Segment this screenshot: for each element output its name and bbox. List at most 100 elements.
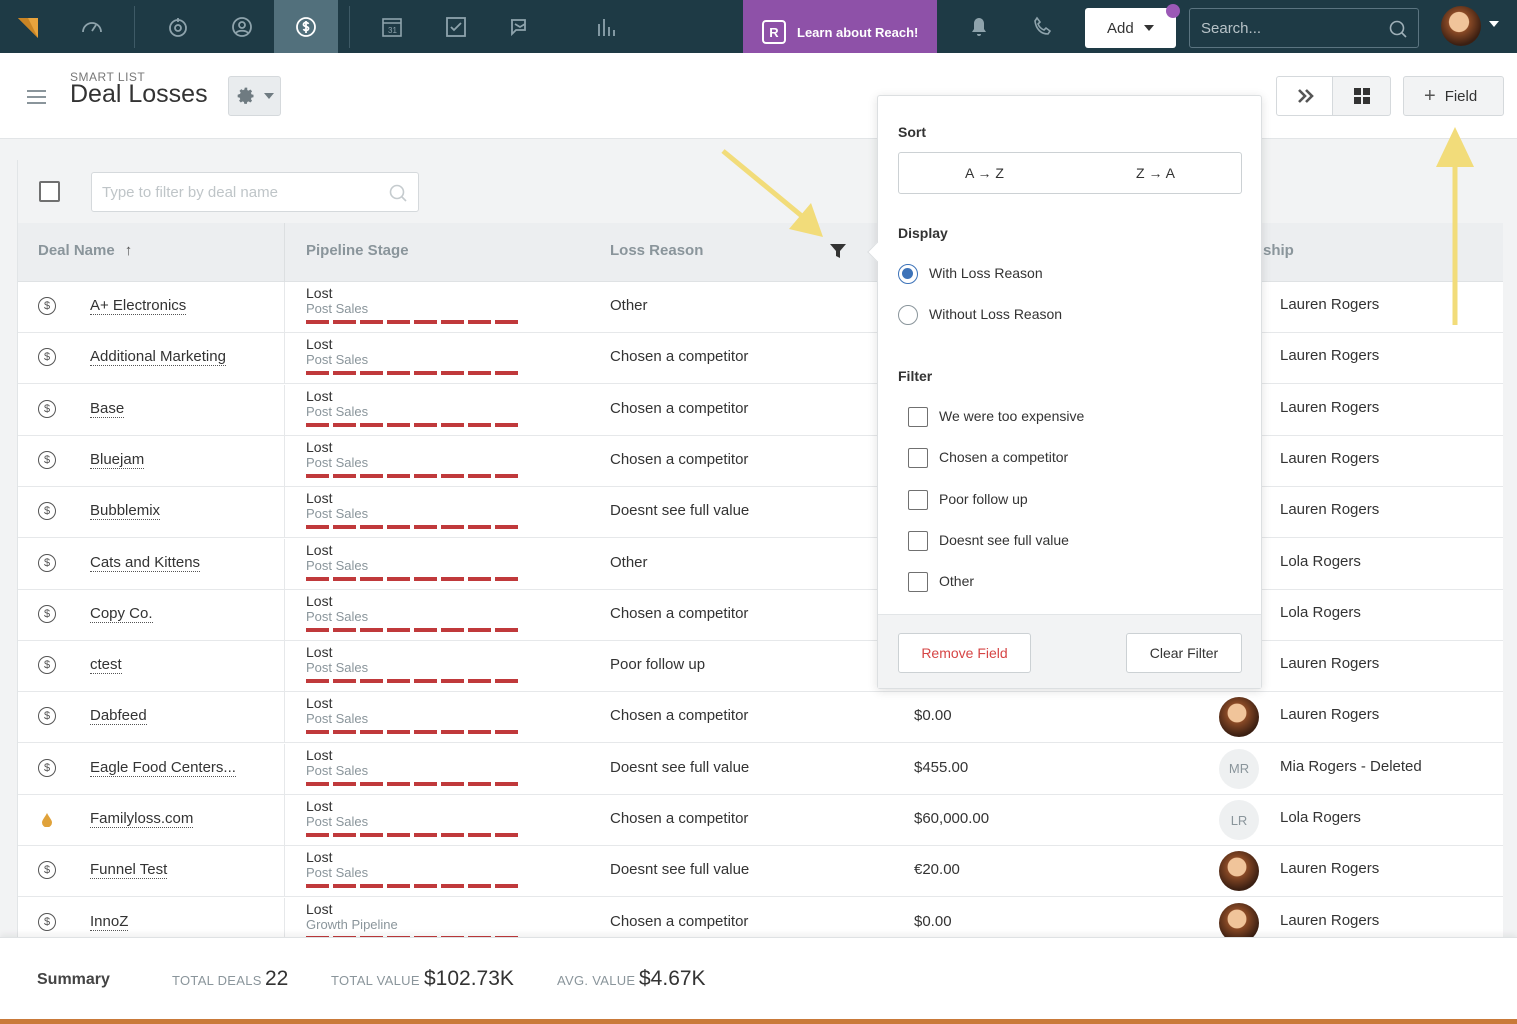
stage-progress-bar: [306, 371, 518, 376]
stage-status: Lost: [306, 900, 333, 917]
table-row[interactable]: $ InnoZ Lost Growth Pipeline Chosen a compet…: [18, 897, 1503, 937]
select-all-checkbox[interactable]: [39, 181, 60, 202]
table-row[interactable]: $ Additional Marketing Lost Post Sales Chose…: [18, 333, 1503, 385]
display-without-loss-reason-label: Without Loss Reason: [929, 306, 1063, 322]
deal-name-link[interactable]: Funnel Test: [90, 861, 168, 880]
table-row[interactable]: $ Base Lost Post Sales Chosen a competitor La…: [18, 384, 1503, 436]
filter-checkbox[interactable]: [908, 448, 928, 468]
loss-reason: Chosen a competitor: [610, 912, 749, 930]
column-header-deal-name[interactable]: Deal Name ↑: [38, 242, 132, 259]
owner-avatar: [1219, 902, 1259, 937]
table-row[interactable]: $ Bluejam Lost Post Sales Chosen a competito…: [18, 435, 1503, 487]
deals-icon[interactable]: [291, 12, 321, 42]
tasks-icon[interactable]: [441, 12, 471, 42]
sort-a-z-button[interactable]: A → Z: [899, 153, 1070, 193]
calendar-icon[interactable]: 31: [377, 12, 407, 42]
stage-progress-bar: [306, 576, 518, 581]
deal-name-link[interactable]: Familyloss.com: [90, 810, 194, 828]
reports-icon[interactable]: [591, 12, 621, 42]
display-with-loss-reason-radio[interactable]: [898, 264, 918, 284]
display-without-loss-reason-radio[interactable]: [898, 305, 918, 325]
column-header-pipeline-stage[interactable]: Pipeline Stage: [306, 242, 409, 259]
dollar-icon: $: [38, 758, 56, 777]
dollar-icon: $: [38, 656, 56, 675]
dollar-icon: $: [38, 502, 56, 521]
search-icon: [389, 184, 407, 202]
table-row[interactable]: $ A+ Electronics Lost Post Sales Other Lauren…: [18, 282, 1503, 333]
table-row[interactable]: $ ctest Lost Post Sales Poor follow up Lauren…: [18, 641, 1503, 693]
deal-name-link[interactable]: InnoZ: [90, 913, 129, 931]
deal-value: €20.00: [914, 861, 960, 879]
owner-name: Lauren Rogers: [1280, 655, 1380, 673]
table-row[interactable]: $ Copy Co. Lost Post Sales Chosen a competit…: [18, 589, 1503, 641]
dollar-icon: $: [38, 399, 56, 418]
grid-view-button[interactable]: [1333, 76, 1391, 116]
sort-z-a-button[interactable]: Z → A: [1070, 153, 1241, 193]
deal-name-filter-input[interactable]: Type to filter by deal name: [91, 172, 419, 212]
stage-progress-bar: [306, 833, 518, 837]
sort-heading: Sort: [898, 124, 926, 140]
owner-avatar: [1219, 697, 1259, 738]
pipeline-name: Post Sales: [306, 814, 369, 829]
deal-name-link[interactable]: Eagle Food Centers...: [90, 759, 236, 777]
deal-name-link[interactable]: Base: [90, 400, 125, 418]
deal-name-link[interactable]: ctest: [90, 656, 122, 675]
column-header-loss-reason[interactable]: Loss Reason: [610, 242, 703, 259]
owner-name: Mia Rogers - Deleted: [1280, 757, 1422, 775]
deal-name-link[interactable]: Additional Marketing: [90, 348, 226, 367]
table-row[interactable]: $ Bubblemix Lost Post Sales Doesnt see full …: [18, 487, 1503, 539]
avatar-menu-chevron-icon[interactable]: [1489, 21, 1499, 27]
dashboard-icon[interactable]: [77, 12, 107, 42]
global-search-input[interactable]: Search...: [1189, 8, 1419, 48]
clear-filter-button[interactable]: Clear Filter: [1126, 633, 1242, 673]
filter-checkbox[interactable]: [908, 407, 928, 427]
deal-name-link[interactable]: A+ Electronics: [90, 297, 187, 315]
stage-progress-bar: [306, 422, 518, 427]
deal-name-link[interactable]: Bluejam: [90, 451, 145, 469]
filter-funnel-icon[interactable]: [830, 243, 846, 259]
loss-reason: Chosen a competitor: [610, 348, 749, 366]
filter-checkbox[interactable]: [908, 531, 928, 551]
table-row[interactable]: $ Dabfeed Lost Post Sales Chosen a competito…: [18, 692, 1503, 744]
contacts-icon[interactable]: [227, 12, 257, 42]
total-value-label: TOTAL VALUE: [331, 973, 420, 988]
table-row[interactable]: $ Eagle Food Centers... Lost Post Sales Does…: [18, 743, 1503, 795]
stage-progress-bar: [306, 320, 518, 324]
deal-name-link[interactable]: Cats and Kittens: [90, 554, 201, 572]
add-button[interactable]: Add: [1085, 8, 1176, 48]
search-placeholder: Search...: [1201, 19, 1262, 37]
pipeline-name: Post Sales: [306, 454, 369, 470]
bell-icon[interactable]: [964, 12, 994, 42]
add-field-button[interactable]: + Field: [1403, 76, 1504, 116]
dollar-icon: $: [38, 348, 56, 367]
pipeline-name: Post Sales: [306, 403, 369, 419]
table-row[interactable]: $ Funnel Test Lost Post Sales Doesnt see ful…: [18, 846, 1503, 898]
collapse-columns-button[interactable]: [1276, 76, 1333, 116]
table-row[interactable]: Familyloss.com Lost Post Sales Chosen a com…: [18, 795, 1503, 846]
add-label: Add: [1107, 19, 1134, 37]
phone-icon[interactable]: [1028, 12, 1058, 42]
logo-icon[interactable]: [14, 12, 42, 40]
filter-checkbox[interactable]: [908, 572, 928, 592]
table-row[interactable]: $ Cats and Kittens Lost Post Sales Other Lola…: [18, 538, 1503, 590]
remove-field-button[interactable]: Remove Field: [898, 633, 1031, 673]
popover-footer: Remove Field Clear Filter: [878, 614, 1261, 688]
messages-icon[interactable]: [505, 12, 535, 42]
deal-name-link[interactable]: Bubblemix: [90, 502, 161, 521]
pipeline-name: Post Sales: [306, 865, 369, 881]
grid-icon: [1353, 88, 1370, 104]
filter-checkbox[interactable]: [908, 490, 928, 510]
deal-name-link[interactable]: Dabfeed: [90, 707, 147, 726]
loss-reason: Chosen a competitor: [610, 707, 749, 725]
user-avatar[interactable]: [1441, 6, 1481, 46]
stage-progress-bar: [306, 679, 518, 684]
menu-icon[interactable]: [27, 90, 46, 108]
total-deals-label: TOTAL DEALS: [172, 973, 262, 988]
leads-icon[interactable]: [163, 12, 193, 42]
deal-value: $455.00: [914, 758, 969, 776]
list-settings-button[interactable]: [228, 76, 281, 116]
owner-name: Lauren Rogers: [1280, 860, 1380, 878]
sort-ascending-icon[interactable]: ↑: [125, 242, 133, 259]
column-header-ownership[interactable]: ship: [1263, 242, 1294, 259]
deal-name-link[interactable]: Copy Co.: [90, 605, 153, 623]
